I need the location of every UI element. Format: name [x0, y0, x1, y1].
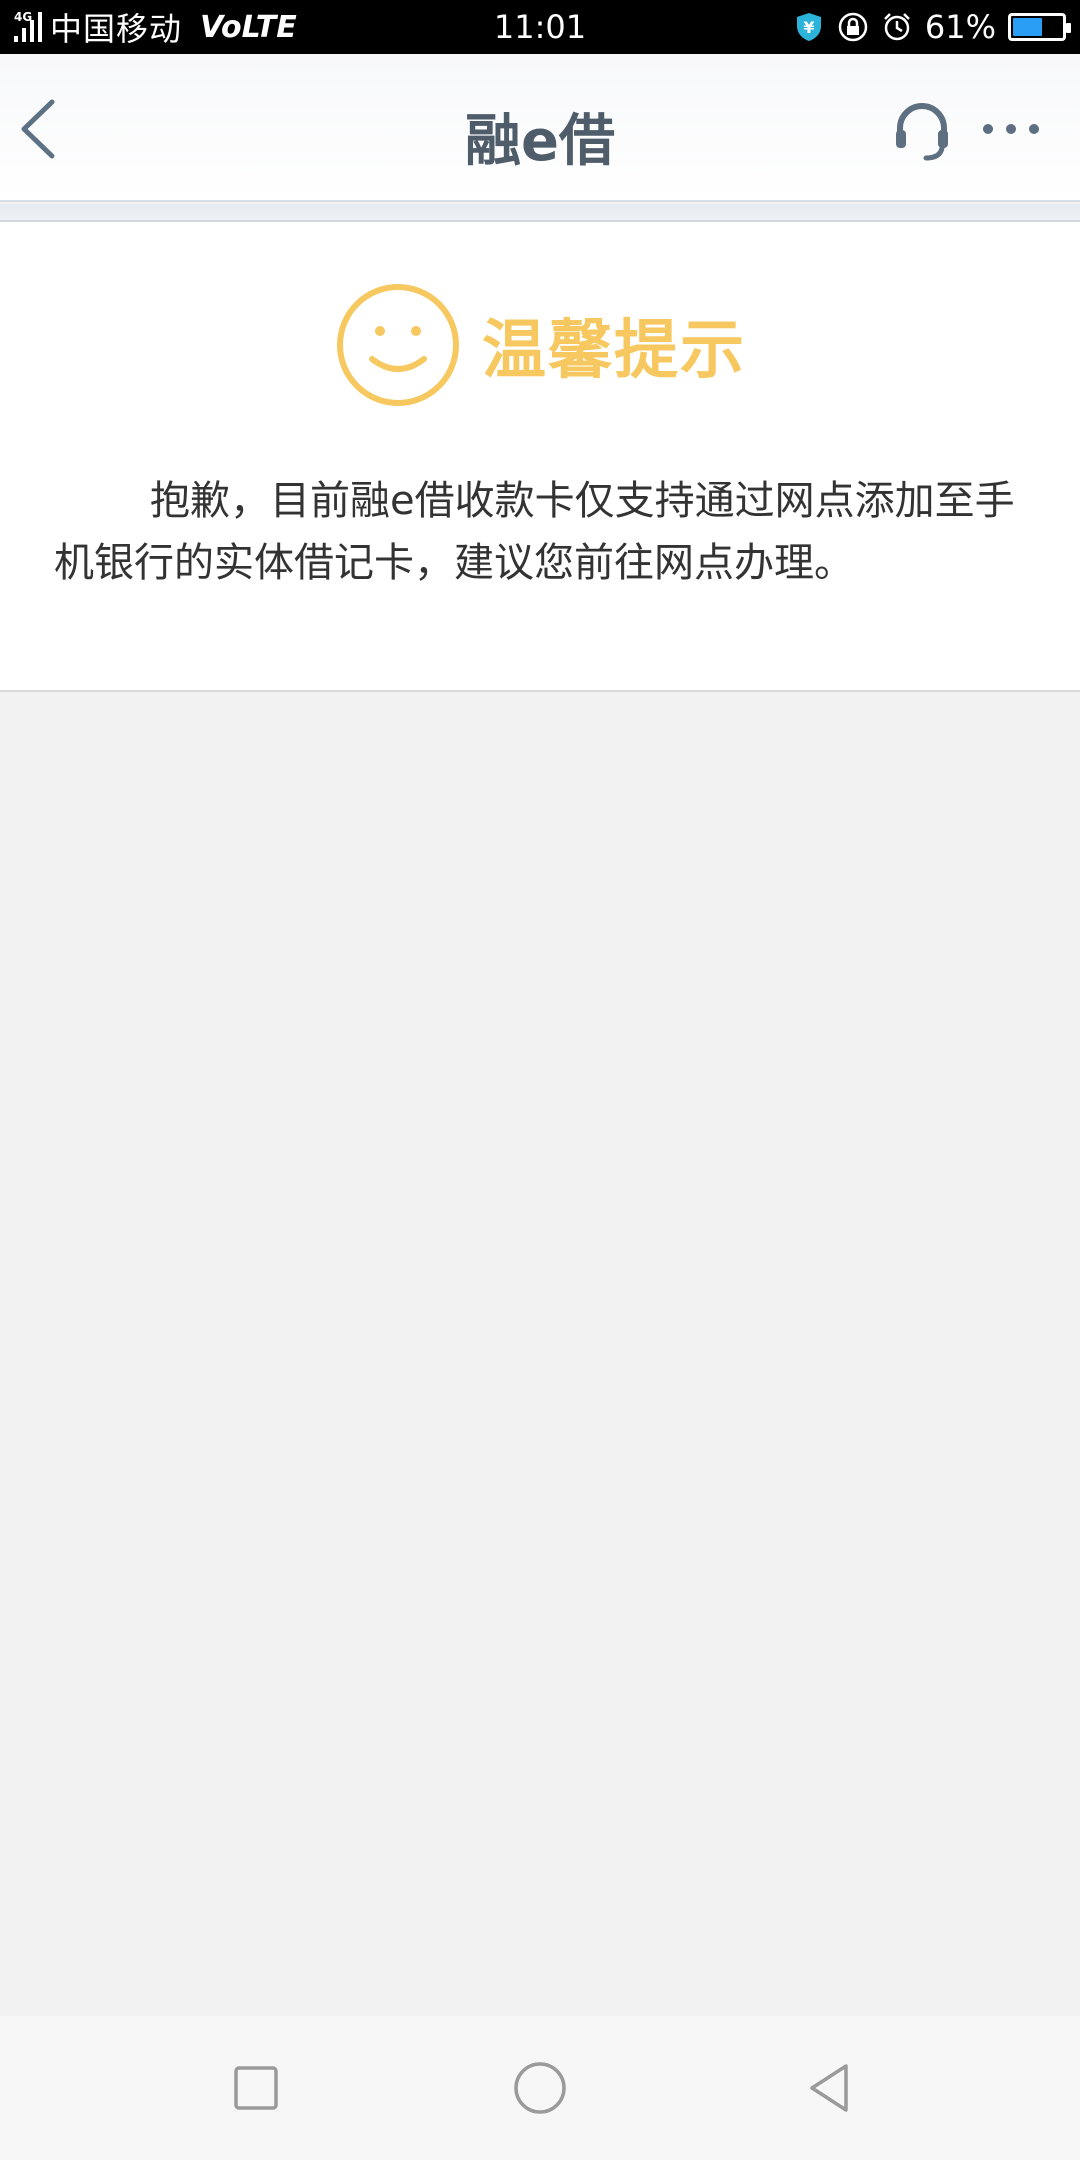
- system-nav-bar: [0, 2016, 1080, 2160]
- smile-icon: [337, 284, 459, 406]
- signal-bar: [14, 36, 18, 42]
- lock-rotate-icon: [838, 12, 868, 42]
- recent-apps-button[interactable]: [224, 2056, 288, 2120]
- signal-bar: [38, 12, 42, 42]
- home-button[interactable]: [508, 2056, 572, 2120]
- svg-text:¥: ¥: [803, 18, 814, 37]
- carrier-name: 中国移动: [50, 10, 183, 48]
- status-left: 4G 中国移动 VoLTE: [14, 0, 297, 54]
- battery-percent: 61%: [924, 8, 996, 46]
- alarm-icon: [883, 13, 910, 41]
- nav-divider: [0, 204, 1080, 222]
- headset-icon[interactable]: [890, 98, 954, 162]
- triangle-back-icon: [810, 2064, 848, 2112]
- notice-message: 抱歉，目前融e借收款卡仅支持通过网点添加至手机银行的实体借记卡，建议您前往网点办…: [54, 478, 1015, 586]
- status-right: ¥ 61%: [793, 0, 1071, 54]
- square-icon: [234, 2066, 278, 2110]
- nav-bar: 融e借: [0, 54, 1080, 202]
- signal-icon: 4G: [14, 10, 42, 42]
- signal-bar: [22, 28, 26, 42]
- battery-fill: [1013, 18, 1043, 36]
- screen: 4G 中国移动 VoLTE 11:01 ¥ 61% 融e借 温馨提示 抱歉，目前…: [0, 0, 1080, 2160]
- more-dots-icon[interactable]: [980, 114, 1042, 144]
- circle-icon: [514, 2062, 566, 2114]
- notice-title: 温馨提示: [482, 314, 746, 388]
- volte-label: VoLTE: [200, 9, 297, 45]
- notice-header: 温馨提示: [0, 280, 1080, 410]
- status-bar: 4G 中国移动 VoLTE 11:01 ¥ 61%: [0, 0, 1080, 54]
- notice-card: 温馨提示 抱歉，目前融e借收款卡仅支持通过网点添加至手机银行的实体借记卡，建议您…: [0, 222, 1080, 692]
- back-button[interactable]: [798, 2056, 862, 2120]
- shield-yen-icon: ¥: [796, 13, 821, 41]
- network-gen: 4G: [14, 10, 33, 24]
- battery-icon: [1008, 13, 1071, 41]
